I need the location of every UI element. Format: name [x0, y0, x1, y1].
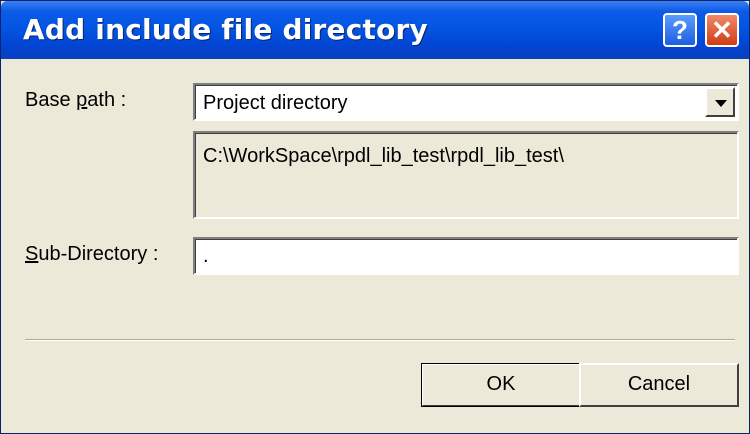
separator — [25, 339, 735, 341]
dropdown-button[interactable] — [705, 87, 735, 117]
sub-directory-input[interactable] — [193, 237, 739, 275]
base-path-label: Base path : — [25, 89, 126, 112]
base-path-dropdown[interactable]: Project directory — [193, 83, 739, 121]
resolved-path-text: C:\WorkSpace\rpdl_lib_test\rpdl_lib_test… — [203, 145, 564, 167]
base-path-label-prefix: Base — [25, 89, 77, 111]
base-path-selected: Project directory — [203, 92, 348, 114]
title-bar[interactable]: Add include file directory ? ✕ — [1, 1, 749, 59]
base-path-label-accelerator: p — [76, 89, 88, 111]
sub-directory-label: Sub-Directory : — [25, 243, 158, 266]
sub-directory-label-suffix: ub-Directory : — [38, 243, 159, 265]
dropdown-arrow-icon — [715, 100, 727, 107]
help-icon: ? — [672, 15, 688, 45]
base-path-label-suffix: ath : — [87, 89, 127, 111]
ok-button[interactable]: OK — [421, 363, 581, 407]
close-button[interactable]: ✕ — [705, 13, 739, 47]
help-button[interactable]: ? — [663, 13, 697, 47]
dialog-window: Add include file directory ? ✕ Base path… — [0, 0, 750, 434]
cancel-button[interactable]: Cancel — [579, 363, 739, 407]
sub-directory-label-accelerator: S — [25, 243, 39, 265]
close-icon: ✕ — [711, 15, 733, 45]
resolved-path-box: C:\WorkSpace\rpdl_lib_test\rpdl_lib_test… — [193, 131, 739, 219]
window-title: Add include file directory — [23, 13, 428, 46]
